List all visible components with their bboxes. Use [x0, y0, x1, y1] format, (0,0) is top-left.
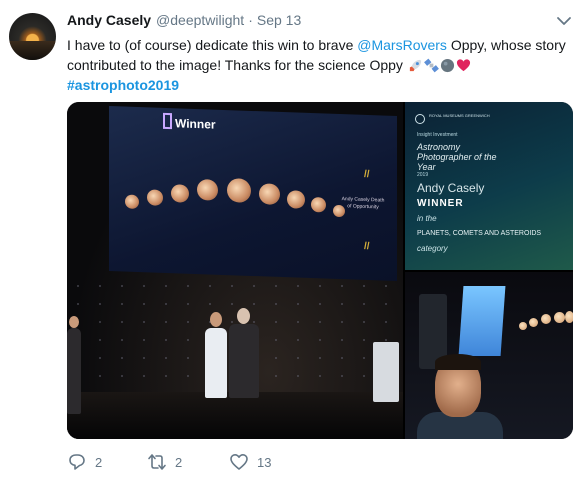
like-count: 13	[257, 454, 272, 470]
rmg-logo-text: ROYAL MUSEUMS GREENWICH	[429, 113, 490, 118]
like-button[interactable]: 13	[229, 452, 309, 472]
person-head	[210, 312, 222, 327]
planet-phase	[259, 183, 280, 205]
person-head	[69, 316, 79, 328]
rmg-logo-icon	[415, 114, 425, 124]
podium	[373, 342, 399, 402]
award-in-the: in the	[417, 214, 437, 223]
author-name[interactable]: Andy Casely	[67, 12, 151, 28]
planet-phase	[125, 194, 139, 210]
tweet-text: I have to (of course) dedicate this win …	[67, 35, 577, 95]
planet-phase	[171, 184, 189, 203]
screen-winner-label: Winner	[163, 113, 216, 131]
rocket-icon	[409, 59, 421, 72]
hashtag-link[interactable]: #astrophoto2019	[67, 77, 179, 93]
reply-count: 2	[95, 454, 103, 470]
award-title: Astronomy Photographer of the Year	[417, 142, 497, 172]
screen-slash-top: //	[364, 168, 370, 181]
planet-phase	[287, 190, 305, 209]
exhibit-lightbox	[458, 286, 506, 356]
planet-phase	[147, 189, 163, 206]
planet-phase	[554, 312, 565, 323]
tweet-header: Andy Casely @deeptwilight · Sep 13	[67, 12, 301, 32]
award-kicker: Insight Investment	[417, 132, 458, 138]
tweet-text-part1: I have to (of course) dedicate this win …	[67, 37, 358, 53]
award-winner-name: Andy Casely	[417, 181, 485, 195]
screen-caption: Andy Casely Death of Opportunity	[341, 196, 385, 211]
retweet-icon	[148, 454, 166, 470]
retweet-count: 2	[175, 454, 183, 470]
screen-slash-bottom: //	[364, 240, 370, 253]
person-presenter	[229, 324, 259, 398]
avatar[interactable]	[9, 13, 56, 60]
satellite-icon	[423, 58, 439, 73]
planet-icon	[440, 58, 454, 73]
photo-award-screen[interactable]: ROYAL MUSEUMS GREENWICH Insight Investme…	[405, 102, 573, 270]
stage-screen: Winner // Andy Casely Death of Opportuni…	[109, 105, 397, 282]
tweet[interactable]: Andy Casely @deeptwilight · Sep 13 I hav…	[0, 0, 583, 478]
stage-floor	[67, 392, 403, 439]
photo-selfie[interactable]	[405, 272, 573, 439]
award-year: 2019	[417, 172, 429, 178]
person-hair	[435, 354, 481, 370]
award-category-label: category	[417, 244, 448, 253]
award-category-name: PLANETS, COMETS AND ASTEROIDS	[417, 230, 542, 237]
person-left	[67, 328, 81, 414]
planet-phase	[541, 314, 551, 324]
reply-button[interactable]: 2	[67, 452, 147, 472]
reply-icon	[69, 454, 85, 470]
separator-dot: ·	[248, 12, 253, 28]
award-winner-label: WINNER	[417, 198, 464, 209]
person-head	[237, 308, 250, 324]
planet-phase	[311, 197, 326, 213]
tweet-timestamp[interactable]: Sep 13	[257, 12, 301, 28]
person-winner	[205, 328, 227, 398]
mention-link[interactable]: @MarsRovers	[357, 37, 447, 53]
heart-outline-icon	[230, 454, 248, 470]
chevron-down-icon[interactable]	[556, 14, 572, 28]
tweet-actions: 2 2 13	[67, 450, 309, 474]
planet-phase	[529, 318, 538, 327]
planet-phase	[227, 178, 251, 203]
author-handle[interactable]: @deeptwilight	[156, 12, 244, 28]
media-grid: Winner // Andy Casely Death of Opportuni…	[67, 102, 573, 439]
planet-phase	[565, 311, 573, 323]
planet-phase	[197, 179, 218, 201]
planet-phase	[519, 322, 527, 330]
photo-award-ceremony[interactable]: Winner // Andy Casely Death of Opportuni…	[67, 102, 403, 439]
retweet-button[interactable]: 2	[147, 452, 229, 472]
heart-icon	[456, 59, 470, 72]
